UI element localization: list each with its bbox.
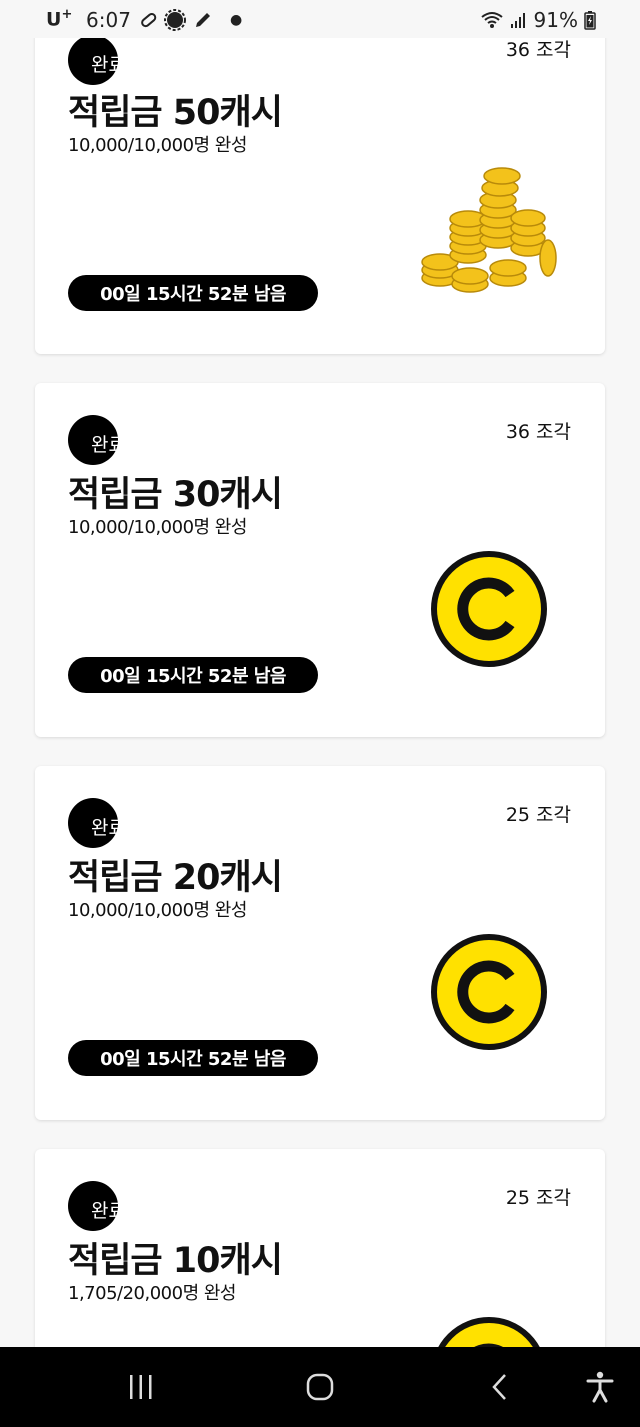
system-icons: 91% [480,8,596,32]
reward-card[interactable]: 완료 36 조각 적립금 30캐시 10,000/10,000명 완성 00일 … [35,383,605,737]
cash-coin-icon [431,934,547,1050]
edit-icon [196,13,210,27]
home-button[interactable] [296,1367,344,1407]
reward-card[interactable]: 완료 25 조각 적립금 20캐시 10,000/10,000명 완성 00일 … [35,766,605,1120]
reward-title: 적립금 10캐시 [68,1241,283,1281]
wifi-icon [480,12,503,28]
pieces-count: 36 조각 [505,39,571,61]
reward-title: 적립금 20캐시 [68,858,283,898]
completed-badge: 완료 [68,1181,126,1231]
status-label: 완료 [91,434,126,456]
clock: 6:07 [86,8,131,32]
participants-progress: 10,000/10,000명 완성 [68,900,247,921]
reward-title: 적립금 30캐시 [68,475,283,515]
recent-apps-icon [130,1375,152,1399]
settings-badge-icon [164,9,186,31]
carrier-label: U+ [46,7,73,31]
status-label: 완료 [91,54,126,76]
battery-percent: 91% [533,8,578,32]
back-icon [492,1374,506,1400]
participants-progress: 10,000/10,000명 완성 [68,517,247,538]
back-button[interactable] [476,1367,524,1407]
home-icon [306,1373,334,1401]
pieces-count: 25 조각 [505,1187,571,1209]
completed-badge: 완료 [68,798,126,848]
system-nav-bar [0,1347,640,1427]
pieces-count: 25 조각 [505,804,571,826]
participants-progress: 1,705/20,000명 완성 [68,1283,236,1304]
accessibility-button[interactable] [576,1367,624,1407]
time-remaining-pill: 00일 15시간 52분 남음 [68,275,318,311]
time-remaining-pill: 00일 15시간 52분 남음 [68,1040,318,1076]
recent-apps-button[interactable] [117,1367,165,1407]
status-label: 완료 [91,1200,126,1222]
participants-progress: 10,000/10,000명 완성 [68,135,247,156]
completed-badge: 완료 [68,415,126,465]
gold-coins-image [421,167,557,293]
notification-icons: ● [138,9,242,31]
battery-charging-icon [584,11,596,30]
cash-coin-icon [431,551,547,667]
pill-icon [141,12,157,28]
time-remaining-pill: 00일 15시간 52분 남음 [68,657,318,693]
reward-title: 적립금 50캐시 [68,93,283,133]
signal-icon [510,13,525,28]
accessibility-icon [586,1371,614,1403]
status-label: 완료 [91,817,126,839]
pieces-count: 36 조각 [505,421,571,443]
more-dot-icon: ● [230,12,243,28]
completed-badge: 완료 [68,35,126,85]
reward-card[interactable]: 완료 36 조각 적립금 50캐시 10,000/10,000명 완성 00일 … [35,10,605,354]
status-bar: U+ 6:07 ● 91% [0,0,640,38]
